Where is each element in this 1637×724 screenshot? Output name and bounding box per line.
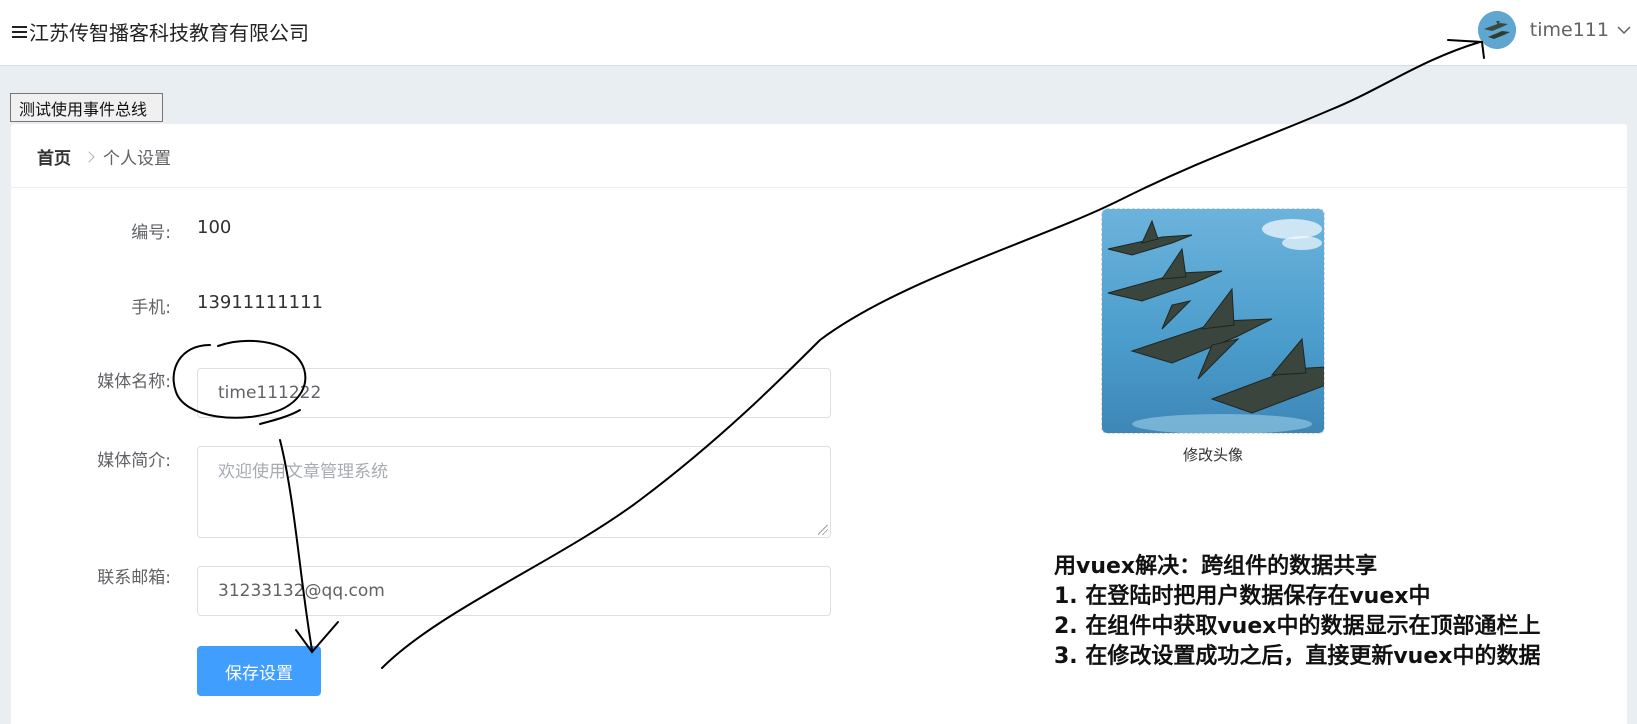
avatar-image — [1102, 209, 1324, 433]
breadcrumb-current: 个人设置 — [103, 149, 171, 169]
intro-label: 媒体简介: — [97, 451, 171, 471]
email-label: 联系邮箱: — [97, 568, 171, 588]
header-username[interactable]: time111 — [1530, 19, 1609, 41]
user-menu[interactable]: time111 — [1477, 8, 1637, 52]
breadcrumb: 首页 个人设置 — [37, 144, 171, 169]
media-name-label: 媒体名称: — [97, 372, 171, 392]
breadcrumb-home[interactable]: 首页 — [37, 144, 71, 169]
brand: 江苏传智播客科技教育有限公司 — [12, 17, 309, 46]
media-name-input[interactable]: time111222 — [197, 368, 831, 418]
hamburger-icon[interactable] — [12, 25, 27, 38]
phone-value: 13911111111 — [197, 292, 323, 313]
id-value: 100 — [197, 217, 232, 238]
note-line-3: 2. 在组件中获取vuex中的数据显示在顶部通栏上 — [1054, 614, 1541, 639]
chevron-down-icon[interactable] — [1617, 25, 1631, 35]
note-line-1: 用vuex解决：跨组件的数据共享 — [1054, 554, 1378, 579]
save-settings-button[interactable]: 保存设置 — [197, 646, 321, 696]
media-name-input-value: time111222 — [218, 383, 322, 403]
note-line-4: 3. 在修改设置成功之后，直接更新vuex中的数据 — [1054, 644, 1541, 669]
resize-grip-icon[interactable] — [818, 525, 828, 535]
company-name: 江苏传智播客科技教育有限公司 — [29, 21, 309, 45]
email-input[interactable]: 31233132@qq.com — [197, 566, 831, 616]
top-header: 江苏传智播客科技教育有限公司 time111 — [0, 0, 1637, 66]
email-input-value: 31233132@qq.com — [218, 581, 385, 601]
phone-label: 手机: — [131, 298, 171, 318]
note-line-2: 1. 在登陆时把用户数据保存在vuex中 — [1054, 584, 1431, 609]
id-label: 编号: — [131, 223, 171, 243]
chevron-right-icon — [83, 150, 95, 163]
intro-placeholder: 欢迎使用文章管理系统 — [218, 462, 388, 482]
avatar-uploader[interactable] — [1101, 208, 1325, 434]
header-avatar[interactable] — [1477, 11, 1516, 49]
test-event-bus-button[interactable]: 测试使用事件总线 — [10, 93, 163, 122]
card-header: 首页 个人设置 — [11, 124, 1627, 188]
intro-textarea[interactable]: 欢迎使用文章管理系统 — [197, 446, 831, 538]
avatar-caption[interactable]: 修改头像 — [1101, 444, 1325, 465]
annotation-notes: 用vuex解决：跨组件的数据共享 1. 在登陆时把用户数据保存在vuex中 2.… — [1054, 552, 1540, 672]
